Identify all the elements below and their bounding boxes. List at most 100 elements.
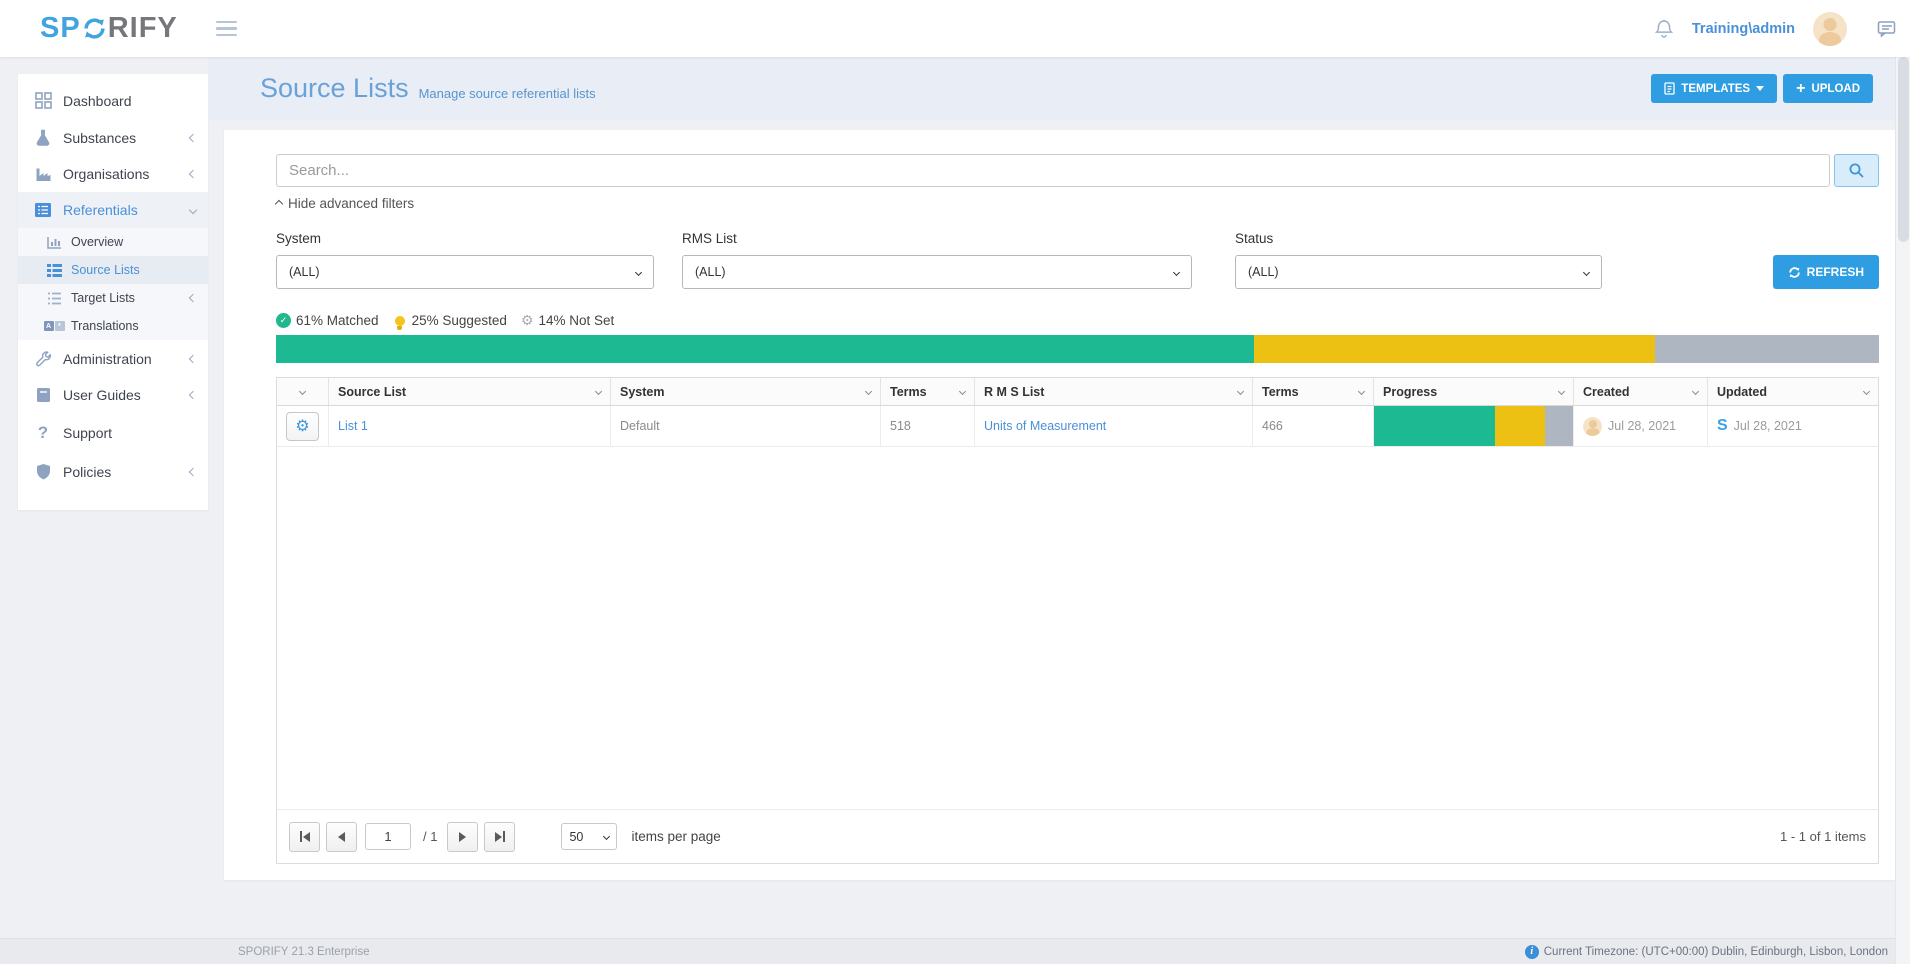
column-menu-icon[interactable]: [865, 388, 872, 395]
flask-icon: [33, 129, 53, 146]
pagination-summary: 1 - 1 of 1 items: [1780, 829, 1866, 844]
status-filter-select[interactable]: (ALL): [1235, 255, 1602, 289]
progress-suggested-segment: [1254, 335, 1655, 363]
sidebar-item-label: Administration: [63, 351, 152, 367]
page-title: Source Lists: [260, 73, 409, 104]
column-header-terms[interactable]: Terms: [881, 378, 975, 405]
sidebar-item-source-lists[interactable]: Source Lists: [18, 256, 208, 284]
templates-button[interactable]: TEMPLATES: [1651, 74, 1777, 103]
sidebar-item-label: Organisations: [63, 166, 149, 182]
system-filter-label: System: [276, 231, 654, 246]
chevron-left-icon: [189, 133, 197, 141]
sidebar-item-substances[interactable]: Substances: [18, 119, 208, 156]
topbar: SP RIFY Training\admin: [0, 0, 1910, 57]
user-menu[interactable]: Training\admin: [1692, 21, 1795, 37]
chevron-down-icon: [1173, 268, 1180, 275]
sidebar-item-label: Target Lists: [71, 291, 135, 305]
scrollbar-track[interactable]: [1895, 57, 1910, 964]
column-menu-icon[interactable]: [1692, 388, 1699, 395]
source-lists-grid: Source List System Terms R M S List Term…: [276, 377, 1879, 864]
legend-not-set: ⚙ 14% Not Set: [521, 313, 614, 328]
column-menu-icon[interactable]: [1237, 388, 1244, 395]
wrench-icon: [33, 350, 53, 367]
items-per-page-label: items per page: [631, 829, 720, 844]
column-menu-icon[interactable]: [959, 388, 966, 395]
legend-matched-label: 61% Matched: [296, 313, 379, 328]
sidebar-item-overview[interactable]: Overview: [18, 228, 208, 256]
chevron-left-icon: [189, 170, 197, 178]
system-filter-value: (ALL): [289, 265, 320, 279]
chevron-down-icon: [189, 206, 197, 214]
avatar[interactable]: [1813, 12, 1847, 46]
sidebar-item-referentials[interactable]: Referentials: [18, 192, 208, 228]
sidebar-item-support[interactable]: ? Support: [18, 413, 208, 453]
first-page-button[interactable]: [289, 822, 320, 852]
table-row: ⚙ List 1 Default 518 Units of Measuremen…: [277, 406, 1878, 447]
sporify-logo: SP RIFY: [40, 12, 178, 45]
footer: SPORIFY 21.3 Enterprise i Current Timezo…: [0, 938, 1910, 964]
info-icon: i: [1525, 945, 1539, 959]
rms-list-filter-value: (ALL): [695, 265, 726, 279]
system-filter-select[interactable]: (ALL): [276, 255, 654, 289]
row-settings-button[interactable]: ⚙: [286, 412, 319, 441]
caret-down-icon: [1756, 86, 1764, 91]
next-page-button[interactable]: [447, 822, 478, 852]
column-menu-icon[interactable]: [299, 388, 306, 395]
refresh-icon: [1788, 266, 1801, 279]
source-list-link[interactable]: List 1: [338, 419, 368, 433]
column-header-created[interactable]: Created: [1574, 378, 1708, 405]
sidebar-item-policies[interactable]: Policies: [18, 453, 208, 490]
column-menu-icon[interactable]: [1358, 388, 1365, 395]
column-header-rms-list[interactable]: R M S List: [975, 378, 1253, 405]
search-icon: [1848, 162, 1865, 179]
hide-advanced-filters-label: Hide advanced filters: [288, 196, 414, 211]
page-number-input[interactable]: [365, 823, 411, 850]
column-header-rms-terms[interactable]: Terms: [1253, 378, 1374, 405]
menu-toggle-icon[interactable]: [216, 17, 237, 41]
rms-list-filter-select[interactable]: (ALL): [682, 255, 1192, 289]
status-filter-value: (ALL): [1248, 265, 1279, 279]
sidebar-item-user-guides[interactable]: User Guides: [18, 377, 208, 413]
column-menu-icon[interactable]: [1863, 388, 1870, 395]
column-menu-icon[interactable]: [595, 388, 602, 395]
chevron-down-icon: [635, 268, 642, 275]
chevron-down-icon: [1583, 268, 1590, 275]
column-header-actions[interactable]: [277, 378, 329, 405]
search-input[interactable]: [276, 154, 1830, 187]
page-count-label: / 1: [423, 829, 437, 844]
column-header-system[interactable]: System: [611, 378, 881, 405]
sidebar-item-organisations[interactable]: Organisations: [18, 156, 208, 192]
sidebar-item-dashboard[interactable]: Dashboard: [18, 82, 208, 119]
sidebar-item-translations[interactable]: A* Translations: [18, 312, 208, 340]
last-page-button[interactable]: [484, 822, 515, 852]
source-lists-icon: [45, 264, 63, 277]
dashboard-icon: [33, 92, 53, 109]
upload-button-label: UPLOAD: [1811, 83, 1860, 95]
sidebar-item-label: User Guides: [63, 387, 141, 403]
column-menu-icon[interactable]: [1558, 388, 1565, 395]
scrollbar-thumb[interactable]: [1898, 57, 1909, 242]
page-size-select[interactable]: 50: [561, 823, 617, 850]
upload-button[interactable]: + UPLOAD: [1783, 74, 1873, 103]
bell-icon[interactable]: [1654, 18, 1674, 40]
sidebar-item-target-lists[interactable]: Target Lists: [18, 284, 208, 312]
question-icon: ?: [33, 423, 53, 443]
sidebar-item-administration[interactable]: Administration: [18, 340, 208, 377]
refresh-button[interactable]: REFRESH: [1773, 255, 1879, 289]
column-header-source-list[interactable]: Source List: [329, 378, 611, 405]
search-button[interactable]: [1834, 154, 1879, 187]
column-header-progress[interactable]: Progress: [1374, 378, 1574, 405]
sidebar: Dashboard Substances Organisations Refer…: [18, 74, 208, 510]
column-header-updated[interactable]: Updated: [1708, 378, 1878, 405]
gear-icon: ⚙: [295, 418, 309, 434]
lightbulb-icon: [395, 316, 405, 326]
progress-matched-segment: [276, 335, 1254, 363]
refresh-button-label: REFRESH: [1807, 265, 1864, 279]
hide-advanced-filters-link[interactable]: Hide advanced filters: [276, 196, 414, 211]
status-filter-label: Status: [1235, 231, 1602, 246]
rms-list-filter-label: RMS List: [682, 231, 1192, 246]
chevron-up-icon: [275, 199, 283, 207]
previous-page-button[interactable]: [326, 822, 357, 852]
feedback-chat-icon[interactable]: [1877, 20, 1896, 38]
rms-list-link[interactable]: Units of Measurement: [984, 419, 1106, 433]
